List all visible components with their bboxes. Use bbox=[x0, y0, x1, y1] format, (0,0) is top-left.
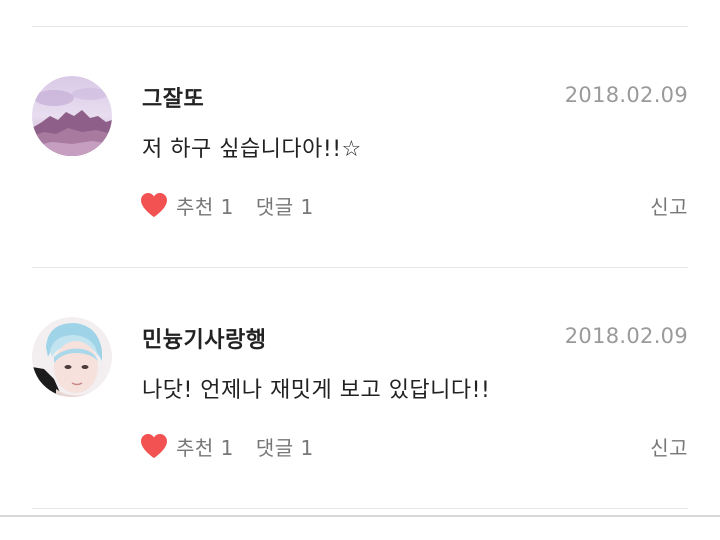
comment-text: 저 하구 싶습니다아!!☆ bbox=[142, 137, 362, 162]
user-avatar[interactable] bbox=[32, 317, 112, 397]
bottom-divider bbox=[0, 515, 720, 517]
comment-text: 나닷! 언제나 재밋게 보고 있답니다!! bbox=[142, 378, 491, 403]
like-count[interactable]: 추천 1 bbox=[176, 191, 234, 220]
comment-item: 민늉기사랑행 2018.02.09 나닷! 언제나 재밋게 보고 있답니다!! … bbox=[0, 268, 720, 508]
report-button[interactable]: 신고 bbox=[650, 191, 688, 220]
comment-divider bbox=[32, 508, 688, 509]
reply-count[interactable]: 댓글 1 bbox=[256, 432, 314, 461]
reply-count[interactable]: 댓글 1 bbox=[256, 191, 314, 220]
comment-actions: 추천 1 댓글 1 bbox=[140, 430, 314, 462]
person-portrait-icon bbox=[32, 317, 112, 397]
user-avatar[interactable] bbox=[32, 76, 112, 156]
heart-icon[interactable] bbox=[140, 192, 168, 218]
mountain-landscape-icon bbox=[32, 76, 112, 156]
username[interactable]: 그잘또 bbox=[142, 81, 204, 113]
comment-item: 그잘또 2018.02.09 저 하구 싶습니다아!!☆ 추천 1 댓글 1 신… bbox=[0, 27, 720, 267]
report-button[interactable]: 신고 bbox=[650, 432, 688, 461]
comment-actions: 추천 1 댓글 1 bbox=[140, 189, 314, 221]
like-count[interactable]: 추천 1 bbox=[176, 432, 234, 461]
comment-date: 2018.02.09 bbox=[564, 324, 688, 348]
comment-date: 2018.02.09 bbox=[564, 83, 688, 107]
heart-icon[interactable] bbox=[140, 433, 168, 459]
username[interactable]: 민늉기사랑행 bbox=[142, 322, 266, 354]
